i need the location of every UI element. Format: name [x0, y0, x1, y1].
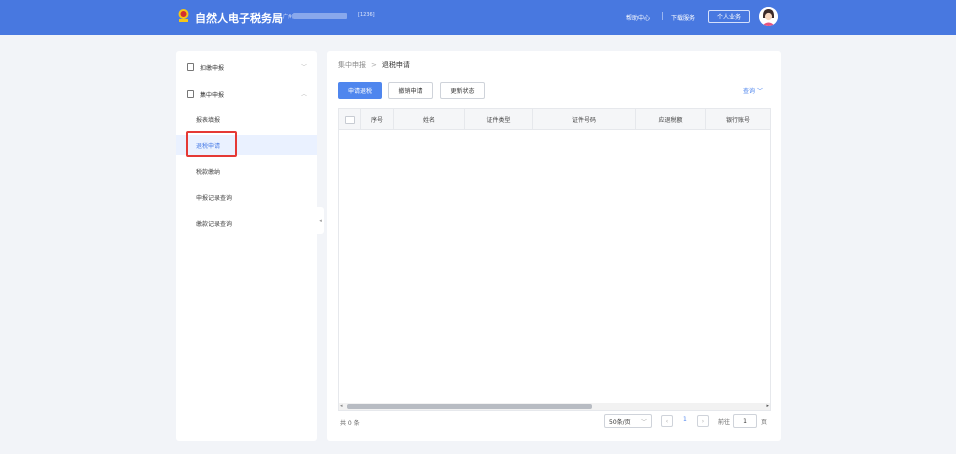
sidebar-item-tax-payment[interactable]: 税款缴纳: [176, 161, 317, 181]
query-label: 查询: [743, 88, 756, 95]
column-header[interactable]: 应退税额: [636, 109, 706, 130]
goto-label: 前往: [718, 419, 731, 426]
help-center-link[interactable]: 帮助中心: [626, 13, 650, 22]
scrollbar-thumb[interactable]: [347, 404, 592, 409]
document-icon: [187, 63, 194, 71]
column-header[interactable]: 姓名: [394, 109, 465, 130]
region-label: 广州: [283, 14, 294, 20]
page-size-value: 50条/页: [609, 418, 631, 426]
goto-page-input[interactable]: 1: [733, 414, 757, 428]
header-divider: [662, 12, 663, 20]
breadcrumb-current: 退税申请: [381, 61, 410, 69]
breadcrumb: 集中申报 > 退税申请: [338, 60, 410, 70]
update-status-button[interactable]: 更新状态: [440, 82, 485, 99]
personal-business-button[interactable]: 个人业务: [708, 10, 750, 23]
document-icon: [187, 90, 194, 98]
column-header[interactable]: 银行账号: [706, 109, 770, 130]
main-panel: 集中申报 > 退税申请 申请退税 撤销申请 更新状态 查询 ﹀ 序号 姓名 证件类型…: [327, 51, 781, 441]
highlight-annotation-box: [186, 131, 237, 157]
table-header: 序号 姓名 证件类型 证件号码 应退税额 银行账号: [339, 109, 770, 130]
sidebar-collapse-handle[interactable]: ◂: [317, 207, 324, 234]
sidebar-item-label: 申报记录查询: [196, 195, 233, 202]
top-header: 自然人电子税务局 广州 [1236] 帮助中心 下载服务 个人业务: [0, 0, 956, 35]
masked-org-name: [293, 13, 347, 19]
column-header[interactable]: 证件号码: [533, 109, 636, 130]
chevron-left-icon: ◂: [319, 217, 322, 224]
scroll-left-icon[interactable]: ◂: [340, 403, 343, 410]
user-avatar-icon[interactable]: [759, 7, 778, 26]
next-page-button[interactable]: ›: [697, 415, 709, 427]
chevron-down-icon: ﹀: [301, 64, 308, 71]
breadcrumb-separator: >: [371, 61, 377, 69]
sidebar-group-centralized[interactable]: 集中申报 ︿: [176, 87, 317, 101]
column-header[interactable]: 序号: [361, 109, 394, 130]
chevron-left-icon: ‹: [665, 417, 669, 425]
prev-page-button[interactable]: ‹: [661, 415, 673, 427]
sidebar-item-report-fill[interactable]: 报表填报: [176, 109, 317, 129]
breadcrumb-parent[interactable]: 集中申报: [338, 61, 366, 69]
chevron-up-icon: ︿: [301, 91, 308, 98]
app-title: 自然人电子税务局: [195, 12, 283, 25]
apply-refund-button[interactable]: 申请退税: [338, 82, 382, 99]
chevron-down-icon: ﹀: [640, 419, 647, 426]
page-number[interactable]: 1: [683, 416, 687, 423]
sidebar-group-label: 扣缴申报: [200, 65, 225, 72]
sidebar-group-withholding[interactable]: 扣缴申报 ﹀: [176, 60, 317, 74]
sidebar-item-label: 缴款记录查询: [196, 221, 233, 228]
sidebar-item-payment-records[interactable]: 缴款记录查询: [176, 213, 317, 233]
sidebar: 扣缴申报 ﹀ 集中申报 ︿ 报表填报 退税申请 税款缴纳 申报记录查询 缴款记录…: [176, 51, 317, 441]
chevron-down-icon: ﹀: [756, 88, 763, 95]
sidebar-group-label: 集中申报: [200, 92, 225, 99]
revoke-apply-button[interactable]: 撤销申请: [388, 82, 433, 99]
scroll-right-icon[interactable]: ▸: [766, 403, 769, 410]
emblem-logo-icon: [178, 9, 189, 22]
chevron-right-icon: ›: [701, 417, 705, 425]
horizontal-scrollbar[interactable]: ◂ ▸: [339, 403, 770, 410]
download-service-link[interactable]: 下载服务: [671, 13, 695, 22]
sidebar-item-declaration-records[interactable]: 申报记录查询: [176, 187, 317, 207]
sidebar-item-label: 报表填报: [196, 117, 221, 124]
select-all-cell: [339, 109, 361, 130]
tax-code-label: [1236]: [358, 12, 375, 18]
page-size-select[interactable]: 50条/页 ﹀: [604, 414, 652, 428]
page-unit-label: 页: [761, 419, 768, 426]
sidebar-item-label: 税款缴纳: [196, 169, 221, 176]
query-toggle[interactable]: 查询 ﹀: [743, 86, 763, 95]
refund-table: 序号 姓名 证件类型 证件号码 应退税额 银行账号 ◂ ▸: [338, 108, 771, 411]
select-all-checkbox[interactable]: [344, 115, 355, 124]
column-header[interactable]: 证件类型: [465, 109, 533, 130]
total-count: 共 0 条: [340, 420, 360, 427]
